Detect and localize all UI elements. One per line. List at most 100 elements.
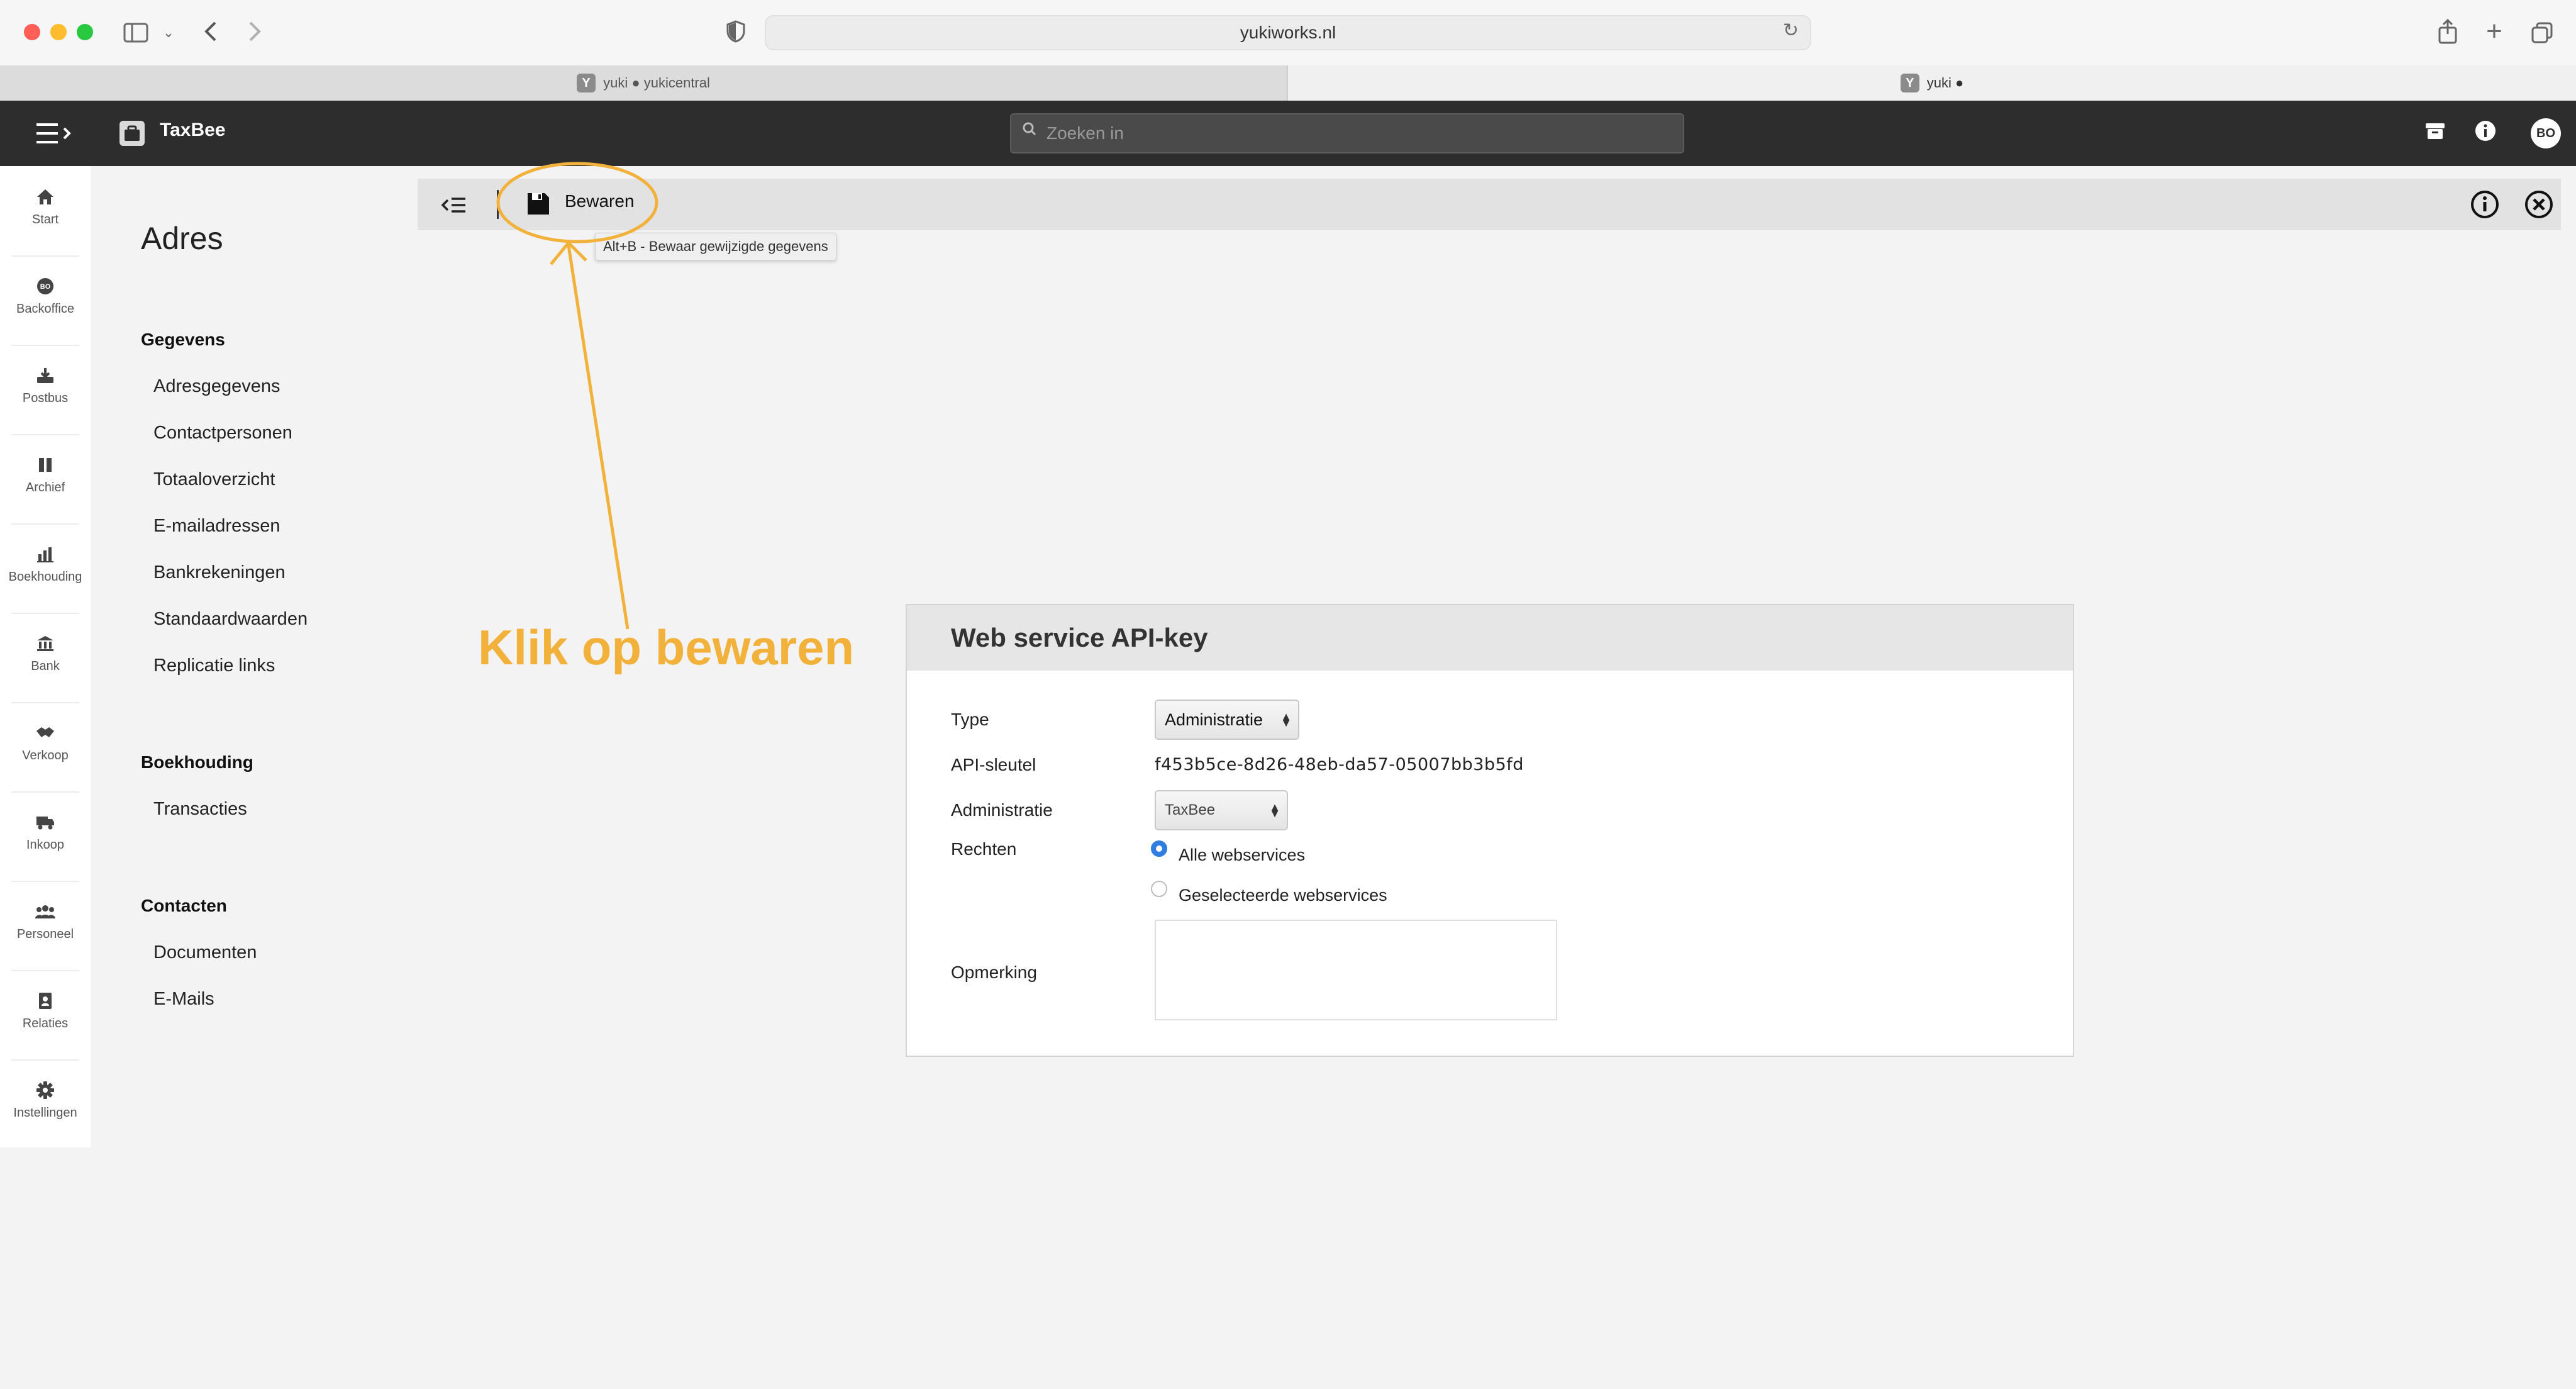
link-contactpersonen[interactable]: Contactpersonen [153,423,292,443]
app-title[interactable]: TaxBee [160,120,226,141]
info-circle-icon[interactable] [2470,190,2499,219]
radio-alle-webservices[interactable] [1151,840,1167,857]
avatar[interactable]: BO [2531,118,2561,148]
nav-label: Start [31,213,59,226]
tab-bar: Y yuki ● yukicentral Y yuki ● [0,65,2576,102]
link-replicatie-links[interactable]: Replicatie links [153,655,275,676]
home-icon [36,185,55,209]
browser-toolbar: ⌄ yukiworks.nl ↻ + [0,0,2576,67]
save-tooltip: Alt+B - Bewaar gewijzigde gegevens [595,233,836,260]
nav-label: Inkoop [26,838,65,852]
chart-icon [36,542,54,566]
maximize-window-button[interactable] [77,24,93,40]
url-text: yukiworks.nl [1240,23,1336,42]
nav-item-instellingen[interactable]: Instellingen [0,1059,91,1149]
link-totaaloverzicht[interactable]: Totaaloverzicht [153,469,275,490]
administratie-label: Administratie [951,800,1053,820]
nav-item-backoffice[interactable]: BO Backoffice [0,255,91,345]
contacts-icon [37,989,53,1013]
shield-icon[interactable] [723,19,748,44]
link-e-mails[interactable]: E-Mails [153,989,214,1010]
nav-label: Personeel [16,927,74,941]
tab-title: yuki ● [1926,75,1964,91]
link-adresgegevens[interactable]: Adresgegevens [153,376,280,397]
tab-yuki[interactable]: Y yuki ● [1288,65,2576,101]
opmerking-textarea[interactable] [1155,920,1557,1020]
link-standaardwaarden[interactable]: Standaardwaarden [153,609,308,630]
search-input[interactable]: Zoeken in [1010,113,1684,153]
link-e-mailadressen[interactable]: E-mailadressen [153,516,280,537]
radio-geselecteerde-webservices[interactable] [1151,881,1167,897]
opmerking-label: Opmerking [951,962,1037,982]
save-button-label[interactable]: Bewaren [565,191,635,211]
archive-box-icon[interactable] [2424,120,2449,145]
tab-yukicentral[interactable]: Y yuki ● yukicentral [0,65,1288,101]
tab-title: yuki ● yukicentral [603,75,710,91]
reload-icon[interactable]: ↻ [1783,21,1799,40]
nav-item-postbus[interactable]: Postbus [0,345,91,434]
annotation-arrow-line [567,245,630,630]
annotation-arrow-head [550,240,587,265]
sidebar-toggle-icon[interactable] [122,19,150,47]
yuki-favicon-icon: Y [1900,74,1919,92]
nav-item-relaties[interactable]: Relaties [0,970,91,1059]
radio-label-alle-webservices[interactable]: Alle webservices [1179,845,1305,865]
api-key-value: f453b5ce-8d26-48eb-da57-05007bb3b5fd [1155,755,1524,774]
forward-nav-icon[interactable] [244,18,265,45]
tab-overview-icon[interactable] [2528,19,2556,47]
nav-item-personeel[interactable]: Personeel [0,881,91,970]
section-title-boekhouding: Boekhouding [141,752,253,772]
link-bankrekeningen[interactable]: Bankrekeningen [153,562,286,583]
type-select[interactable]: Administratie ▲ ▼ [1155,700,1299,740]
app-header: TaxBee Zoeken in BO [0,101,2576,166]
nav-item-inkoop[interactable]: Inkoop [0,791,91,881]
nav-label: Boekhouding [8,570,82,584]
handshake-icon [35,721,55,745]
card-title: Web service API-key [951,623,1208,652]
type-label: Type [951,710,989,729]
save-icon [528,193,549,215]
section-title-contacten: Contacten [141,896,227,915]
menu-toggle-icon[interactable] [35,121,79,146]
yuki-favicon-icon: Y [577,74,596,92]
radio-label-geselecteerde-webservices[interactable]: Geselecteerde webservices [1179,886,1387,905]
annotation-text: Klik op bewaren [478,620,855,675]
link-documenten[interactable]: Documenten [153,942,257,963]
search-icon [1023,122,1036,136]
nav-label: Verkoop [22,749,69,762]
back-nav-icon[interactable] [200,18,221,45]
link-transacties[interactable]: Transacties [153,799,247,820]
nav-item-verkoop[interactable]: Verkoop [0,702,91,791]
select-arrows-icon: ▲ ▼ [1280,710,1292,729]
type-select-value: Administratie [1165,710,1263,729]
backoffice-icon: BO [36,274,55,298]
svg-text:BO: BO [40,283,51,291]
search-placeholder: Zoeken in [1046,123,1124,143]
nav-item-bank[interactable]: Bank [0,613,91,702]
info-icon[interactable] [2474,120,2499,145]
administratie-select-value: TaxBee [1165,801,1216,818]
app-nav: Start BO Backoffice Postbus Archief Boek… [0,166,91,1147]
archive-icon [36,453,54,477]
chevron-down-icon[interactable]: ⌄ [160,23,177,43]
close-circle-icon[interactable] [2524,190,2553,219]
rechten-label: Rechten [951,839,1017,859]
url-bar[interactable]: yukiworks.nl ↻ [765,15,1811,50]
select-arrows-icon: ▲ ▼ [1269,801,1280,820]
share-icon[interactable] [2434,16,2462,47]
nav-item-archief[interactable]: Archief [0,434,91,523]
nav-item-start[interactable]: Start [0,166,91,255]
toolbar-divider [497,190,499,219]
collapse-back-icon[interactable] [440,191,468,219]
page-title: Adres [141,221,223,256]
people-icon [35,900,55,923]
inbox-icon [36,364,55,388]
minimize-window-button[interactable] [50,24,67,40]
nav-label: Archief [25,481,65,494]
new-tab-icon[interactable]: + [2480,18,2508,45]
card-header: Web service API-key [907,605,2073,671]
close-window-button[interactable] [24,24,40,40]
nav-item-boekhouding[interactable]: Boekhouding [0,523,91,613]
bank-icon [36,632,55,655]
administratie-select[interactable]: TaxBee ▲ ▼ [1155,790,1288,830]
